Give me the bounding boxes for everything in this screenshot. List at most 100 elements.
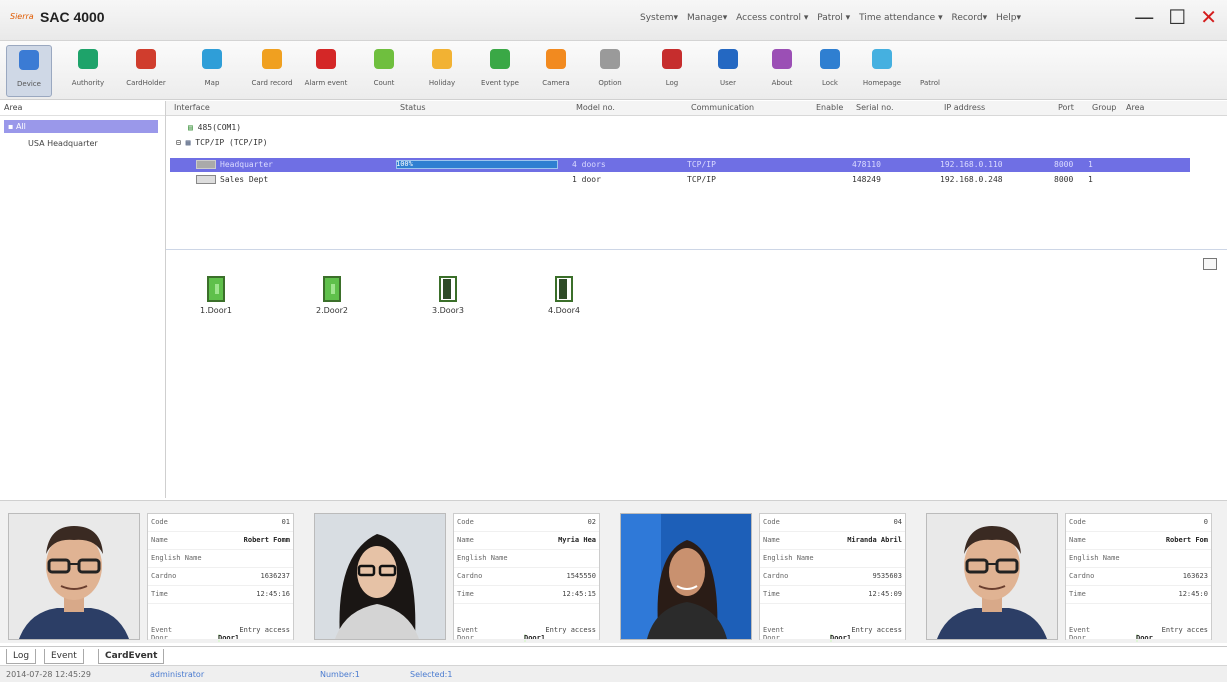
info-row-english-name: English Name	[760, 550, 905, 568]
maximize-button[interactable]: ☐	[1168, 6, 1186, 28]
grid-header: Interface Status Model no. Communication…	[166, 101, 1227, 116]
device-row[interactable]: Headquarter 100% 4 doors TCP/IP 478110 192.16…	[170, 158, 1190, 172]
map-icon	[202, 49, 222, 69]
toolbar-label: Lock	[822, 79, 838, 87]
toolbar-user-button[interactable]: User	[706, 45, 750, 95]
tab-log[interactable]: Log	[6, 649, 37, 664]
info-row-code: Code 0	[1066, 514, 1211, 532]
card-event[interactable]: Code 0 Name Robert Fom English Name Cardno 163…	[918, 509, 1212, 648]
col-communication[interactable]: Communication	[691, 103, 754, 112]
toolbar-option-button[interactable]: Option	[588, 45, 632, 95]
info-label: Code	[763, 518, 780, 526]
door-3[interactable]: 3.Door3	[418, 276, 478, 315]
menu-help[interactable]: Help▾	[996, 13, 1021, 23]
menu-system[interactable]: System▾	[640, 13, 678, 23]
info-value: Miranda Abril	[847, 536, 902, 544]
col-enable[interactable]: Enable	[816, 103, 843, 112]
info-row-card-no: Cardno 1636237	[148, 568, 293, 586]
col-area[interactable]: Area	[1126, 103, 1144, 112]
authority-icon	[78, 49, 98, 69]
toolbar-count-button[interactable]: Count	[362, 45, 406, 95]
brand-logo: Sierra	[10, 12, 34, 21]
menu-time-attendance[interactable]: Time attendance ▾	[859, 13, 943, 23]
layout-toggle-icon[interactable]	[1203, 258, 1217, 270]
sidebar-item-all[interactable]: ▪ All	[4, 120, 158, 133]
info-row-name: Name Myria Hea	[454, 532, 599, 550]
toolbar-device-button[interactable]: Device	[6, 45, 52, 97]
info-label: Name	[1069, 536, 1086, 544]
tree-node-tcpip[interactable]: ⊟ ▦ TCP/IP (TCP/IP)	[176, 138, 268, 147]
col-ip[interactable]: IP address	[944, 103, 985, 112]
info-value: Robert Fom	[1165, 536, 1208, 544]
info-value: 02	[587, 518, 596, 526]
info-label: Event	[151, 626, 173, 634]
info-label: Time	[1069, 590, 1086, 598]
door-label: 1.Door1	[200, 306, 232, 315]
menu-patrol[interactable]: Patrol ▾	[817, 13, 850, 23]
door-closed-icon	[555, 276, 573, 302]
card-event[interactable]: Code 01 Name Robert Fomm English Name Cardno 1…	[0, 509, 294, 648]
door-closed-icon	[439, 276, 457, 302]
card-event[interactable]: Code 04 Name Miranda Abril English Name Cardn…	[612, 509, 906, 648]
info-value: 1636237	[260, 572, 290, 580]
cell-port: 8000	[1054, 160, 1074, 169]
toolbar-authority-button[interactable]: Authority	[66, 45, 110, 95]
info-value: Robert Fomm	[243, 536, 290, 544]
info-value: 0	[1203, 518, 1208, 526]
info-label: Code	[457, 518, 474, 526]
toolbar-label: Patrol	[920, 79, 940, 87]
toolbar: Device Authority CardHolder Map Card record A…	[0, 41, 1227, 100]
toolbar-label: Count	[373, 79, 395, 87]
col-model[interactable]: Model no.	[576, 103, 615, 112]
log-icon	[662, 49, 682, 69]
app-title: SAC 4000	[40, 9, 105, 25]
toolbar-lock-button[interactable]: Lock	[808, 45, 852, 95]
toolbar-holiday-button[interactable]: Holiday	[420, 45, 464, 95]
toolbar-cardholder-button[interactable]: CardHolder	[124, 45, 168, 95]
toolbar-about-button[interactable]: About	[760, 45, 804, 95]
info-row-name: Name Miranda Abril	[760, 532, 905, 550]
toolbar-camera-button[interactable]: Camera	[534, 45, 578, 95]
card-record-icon	[262, 49, 282, 69]
info-value: 9535603	[872, 572, 902, 580]
toolbar-event-type-button[interactable]: Event type	[478, 45, 522, 95]
option-icon	[600, 49, 620, 69]
menu-manage[interactable]: Manage▾	[687, 13, 727, 23]
info-label: English Name	[151, 554, 202, 562]
info-label: English Name	[763, 554, 814, 562]
cell-ip: 192.168.0.248	[940, 175, 1003, 184]
col-group[interactable]: Group	[1092, 103, 1116, 112]
tab-event[interactable]: Event	[44, 649, 84, 664]
close-button[interactable]: ✕	[1200, 6, 1217, 28]
col-serial[interactable]: Serial no.	[856, 103, 894, 112]
toolbar-map-button[interactable]: Map	[190, 45, 234, 95]
sidebar-item-usa-headquarter[interactable]: USA Headquarter	[28, 139, 165, 148]
col-port[interactable]: Port	[1058, 103, 1074, 112]
tree-node-485[interactable]: ▤ 485(COM1)	[188, 123, 241, 132]
toolbar-log-button[interactable]: Log	[650, 45, 694, 95]
toolbar-card-record-button[interactable]: Card record	[250, 45, 294, 95]
door-1[interactable]: 1.Door1	[186, 276, 246, 315]
interface-name: Headquarter	[220, 160, 273, 169]
toolbar-patrol-button[interactable]: Patrol	[908, 45, 952, 95]
tab-cardevent[interactable]: CardEvent	[98, 649, 165, 664]
cell-serial: 478110	[852, 160, 881, 169]
door-label: 2.Door2	[316, 306, 348, 315]
card-event[interactable]: Code 02 Name Myria Hea English Name Cardno 154…	[306, 509, 600, 648]
info-value: Entry access	[851, 626, 902, 634]
minimize-button[interactable]: —	[1134, 6, 1154, 28]
door-2[interactable]: 2.Door2	[302, 276, 362, 315]
info-label: Event	[763, 626, 785, 634]
toolbar-homepage-button[interactable]: Homepage	[860, 45, 904, 95]
door-4[interactable]: 4.Door4	[534, 276, 594, 315]
col-interface[interactable]: Interface	[174, 103, 210, 112]
menu-access-control[interactable]: Access control ▾	[736, 13, 808, 23]
cell-group: 1	[1088, 160, 1093, 169]
menu-record[interactable]: Record▾	[951, 13, 987, 23]
info-value: 12:45:15	[562, 590, 596, 598]
info-value: 04	[893, 518, 902, 526]
col-status[interactable]: Status	[400, 103, 426, 112]
toolbar-alarm-event-button[interactable]: Alarm event	[304, 45, 348, 95]
cell-port: 8000	[1054, 175, 1074, 184]
device-row[interactable]: Sales Dept 1 door TCP/IP 148249 192.168.0.24…	[170, 173, 1190, 187]
